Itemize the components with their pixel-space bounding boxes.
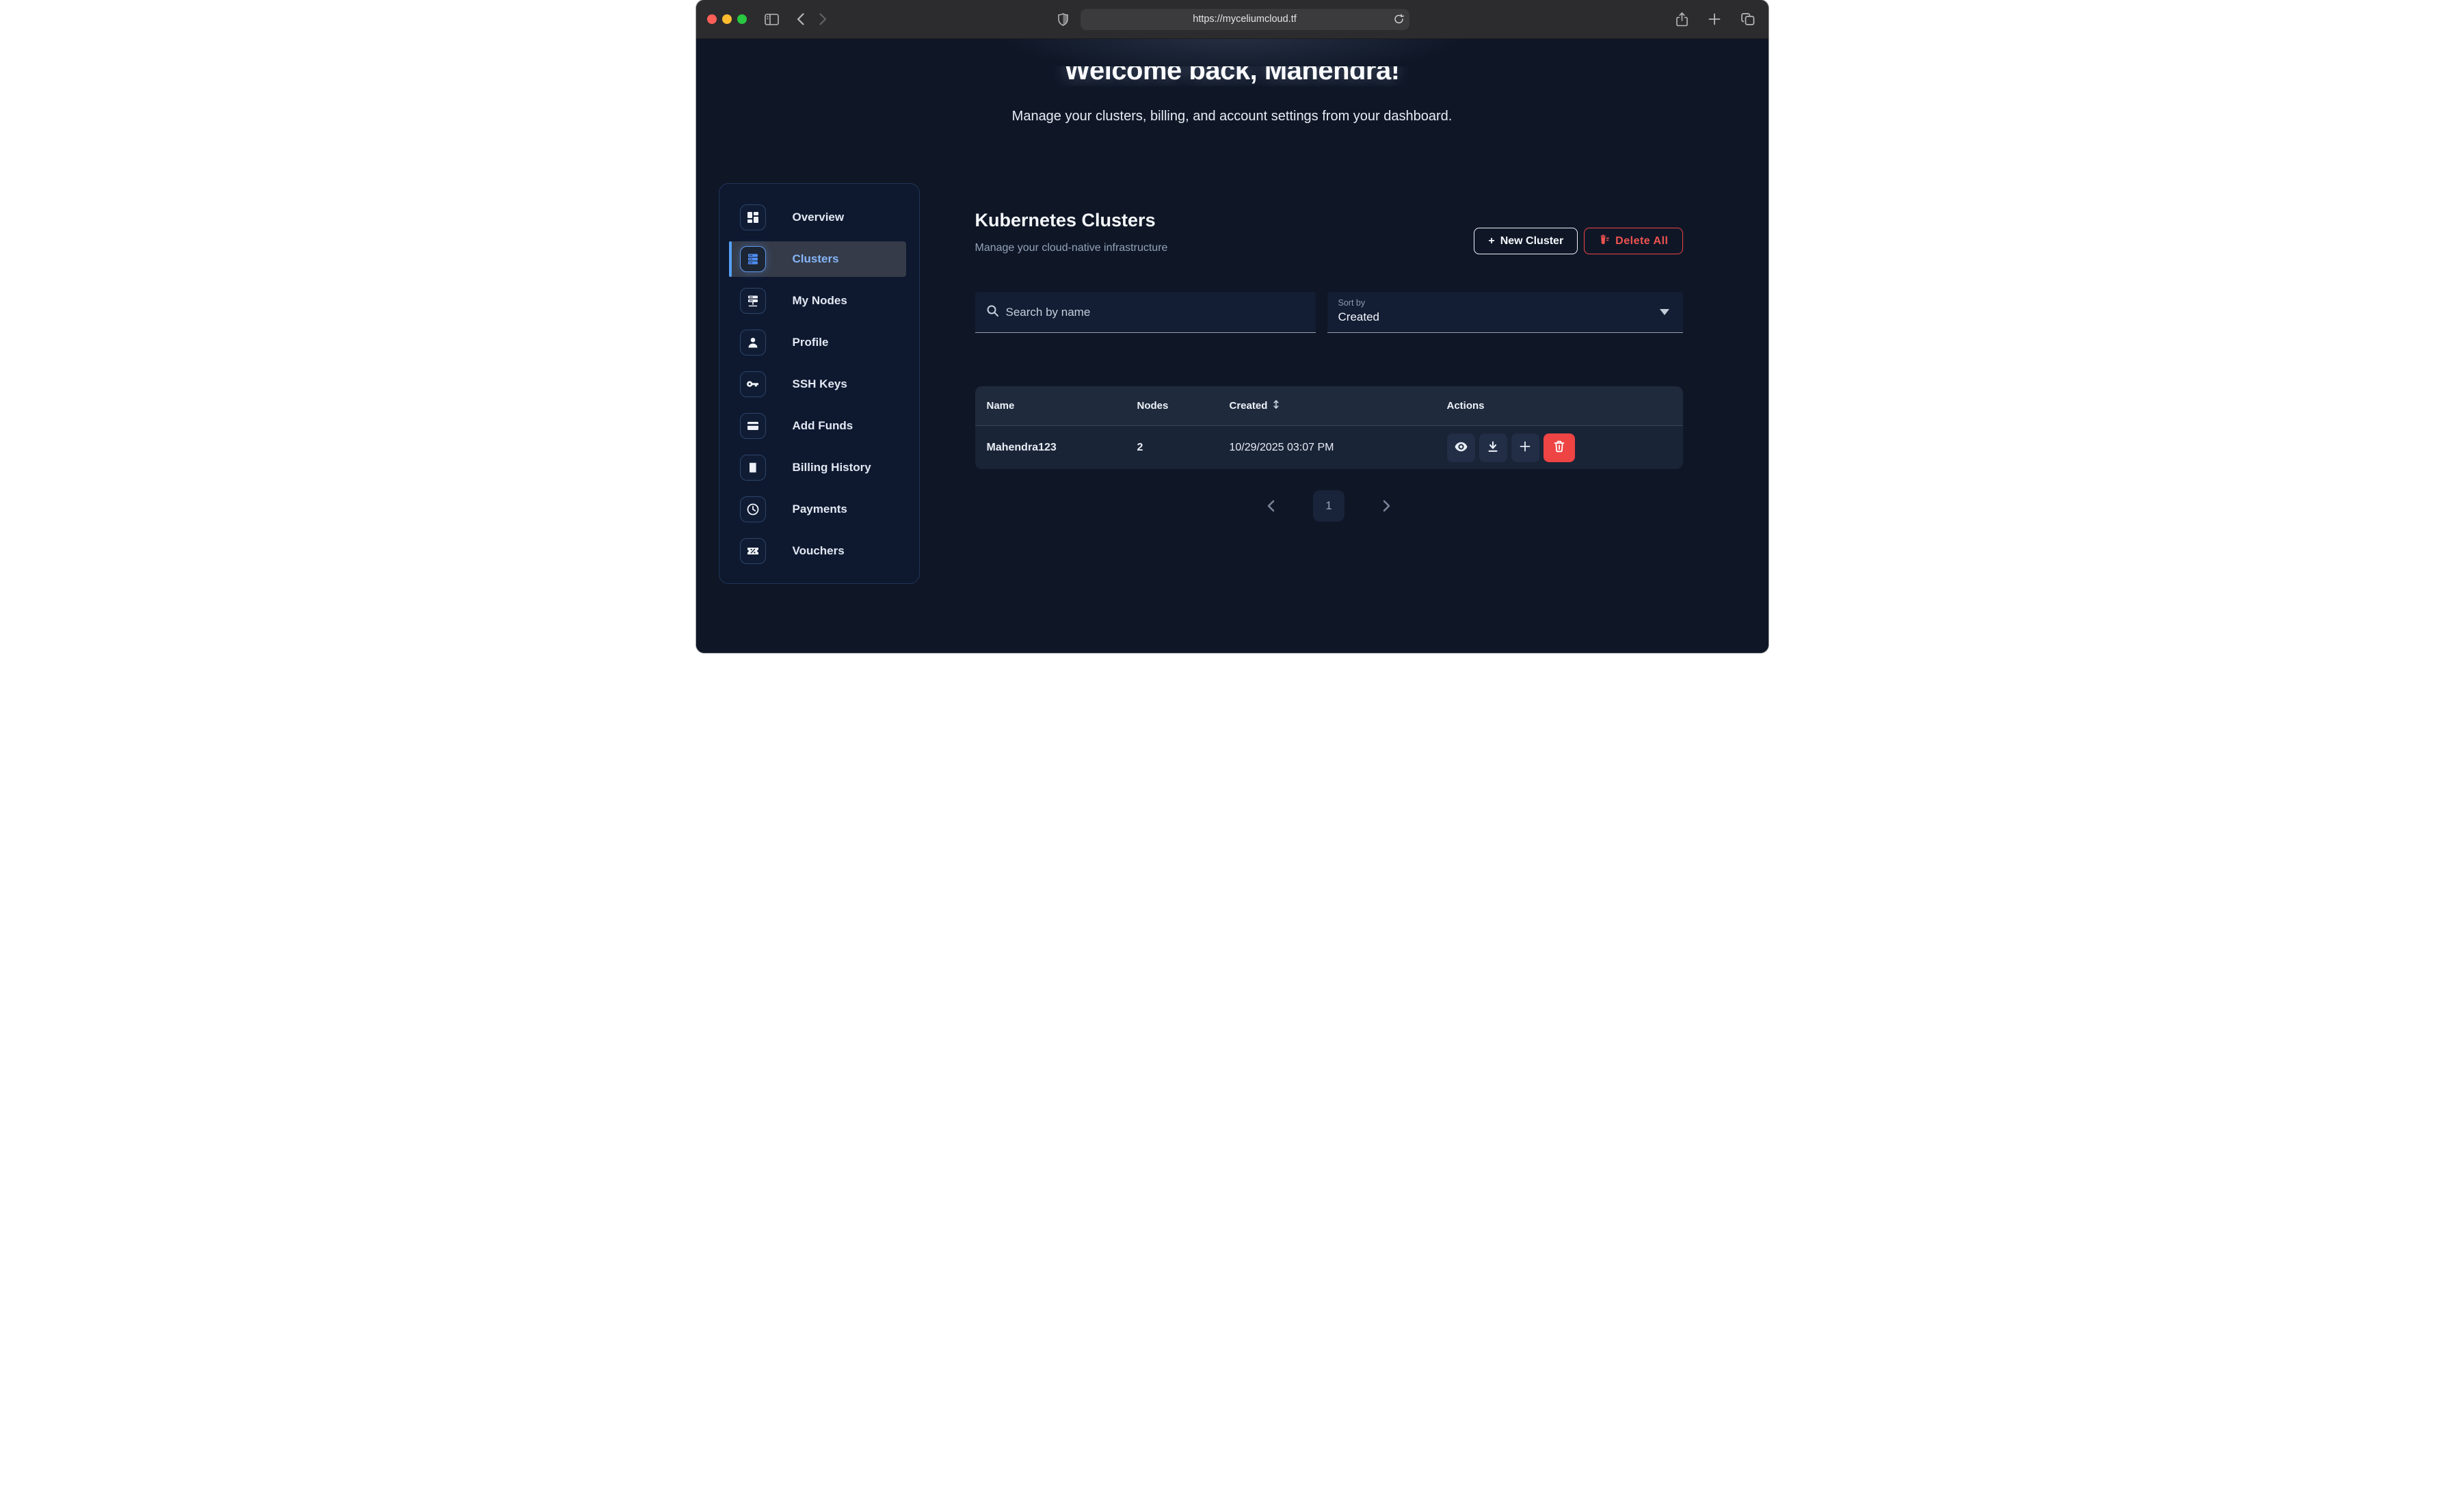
node-server-icon bbox=[740, 288, 766, 314]
dashboard-grid-icon bbox=[740, 204, 766, 230]
chevron-down-icon bbox=[1660, 309, 1669, 315]
section-title: Kubernetes Clusters bbox=[975, 210, 1156, 231]
traffic-lights bbox=[707, 14, 747, 24]
credit-card-icon bbox=[740, 413, 766, 439]
delete-all-button[interactable]: Delete All bbox=[1584, 228, 1682, 254]
eye-icon bbox=[1455, 442, 1468, 454]
clock-icon bbox=[740, 496, 766, 522]
created-header-label: Created bbox=[1230, 400, 1268, 412]
sidebar-item-label: Profile bbox=[793, 336, 829, 349]
share-icon[interactable] bbox=[1673, 10, 1691, 29]
pagination: 1 bbox=[975, 490, 1683, 522]
tab-overview-icon[interactable] bbox=[1738, 10, 1758, 29]
forward-icon[interactable] bbox=[817, 10, 830, 28]
sort-select[interactable]: Sort by Created bbox=[1327, 292, 1683, 333]
sidebar-item-clusters[interactable]: Clusters bbox=[729, 241, 906, 277]
plus-icon bbox=[1520, 441, 1531, 454]
close-window-button[interactable] bbox=[707, 14, 717, 24]
trash-icon bbox=[1554, 440, 1565, 455]
column-header-created[interactable]: Created bbox=[1230, 399, 1447, 412]
page-number-button[interactable]: 1 bbox=[1313, 490, 1344, 522]
sidebar-toggle-icon[interactable] bbox=[762, 11, 782, 28]
table-row: Mahendra123 2 10/29/2025 03:07 PM bbox=[975, 425, 1683, 469]
clusters-table: Name Nodes Created Actions Mahendra123 2… bbox=[975, 386, 1683, 469]
sidebar-item-vouchers[interactable]: Vouchers bbox=[729, 533, 906, 569]
receipt-icon bbox=[740, 455, 766, 481]
next-page-icon[interactable] bbox=[1383, 500, 1391, 512]
sort-value: Created bbox=[1338, 310, 1672, 324]
table-header-row: Name Nodes Created Actions bbox=[975, 386, 1683, 425]
sidebar-item-ssh-keys[interactable]: SSH Keys bbox=[729, 366, 906, 402]
download-kubeconfig-button[interactable] bbox=[1479, 433, 1507, 462]
view-cluster-button[interactable] bbox=[1447, 433, 1475, 462]
sidebar-item-label: Add Funds bbox=[793, 419, 853, 433]
sidebar-item-payments[interactable]: Payments bbox=[729, 492, 906, 527]
section-subtitle: Manage your cloud-native infrastructure bbox=[975, 242, 1168, 254]
column-header-nodes: Nodes bbox=[1137, 400, 1230, 412]
search-icon bbox=[986, 304, 999, 321]
new-cluster-button[interactable]: + New Cluster bbox=[1474, 228, 1578, 254]
browser-toolbar: https://myceliumcloud.tf bbox=[696, 0, 1768, 39]
previous-page-icon[interactable] bbox=[1267, 500, 1275, 512]
person-icon bbox=[740, 330, 766, 356]
sort-label: Sort by bbox=[1338, 298, 1672, 308]
cluster-toolbar: + New Cluster Delete All bbox=[1474, 228, 1682, 254]
sidebar-item-add-funds[interactable]: Add Funds bbox=[729, 408, 906, 444]
column-header-name: Name bbox=[987, 400, 1137, 412]
server-stack-icon bbox=[740, 246, 766, 272]
delete-sweep-icon bbox=[1598, 234, 1610, 249]
delete-cluster-button[interactable] bbox=[1544, 433, 1575, 462]
sidebar-item-label: Billing History bbox=[793, 461, 871, 474]
cluster-created: 10/29/2025 03:07 PM bbox=[1230, 442, 1447, 454]
delete-all-label: Delete All bbox=[1615, 235, 1668, 247]
back-icon[interactable] bbox=[794, 10, 807, 28]
sidebar-item-label: Payments bbox=[793, 503, 847, 516]
page-content: Welcome back, Mahendra! Manage your clus… bbox=[696, 39, 1768, 653]
browser-window: https://myceliumcloud.tf bbox=[696, 0, 1768, 653]
sidebar-item-profile[interactable]: Profile bbox=[729, 325, 906, 360]
sidebar-item-my-nodes[interactable]: My Nodes bbox=[729, 283, 906, 319]
sort-updown-icon bbox=[1272, 399, 1280, 412]
sidebar-item-label: My Nodes bbox=[793, 294, 847, 308]
reload-icon[interactable] bbox=[1394, 14, 1404, 25]
new-cluster-label: New Cluster bbox=[1500, 235, 1563, 247]
privacy-shield-icon[interactable] bbox=[1055, 10, 1071, 29]
add-node-button[interactable] bbox=[1511, 433, 1539, 462]
sidebar: Overview Clusters bbox=[719, 183, 920, 584]
cluster-nodes: 2 bbox=[1137, 442, 1230, 454]
new-tab-icon[interactable] bbox=[1706, 10, 1723, 29]
search-input[interactable] bbox=[1006, 306, 1305, 319]
sidebar-item-overview[interactable]: Overview bbox=[729, 200, 906, 235]
zoom-window-button[interactable] bbox=[737, 14, 747, 24]
sidebar-item-label: Overview bbox=[793, 211, 845, 224]
sidebar-item-label: Clusters bbox=[793, 252, 839, 266]
key-icon bbox=[740, 371, 766, 397]
sidebar-item-label: Vouchers bbox=[793, 544, 845, 558]
sidebar-item-label: SSH Keys bbox=[793, 377, 847, 391]
minimize-window-button[interactable] bbox=[722, 14, 732, 24]
page-subtitle: Manage your clusters, billing, and accou… bbox=[696, 109, 1768, 124]
url-text: https://myceliumcloud.tf bbox=[1193, 14, 1297, 25]
address-bar[interactable]: https://myceliumcloud.tf bbox=[1081, 9, 1409, 30]
search-box bbox=[975, 292, 1316, 333]
row-actions bbox=[1447, 433, 1671, 462]
ticket-percent-icon bbox=[740, 538, 766, 564]
page-title: Welcome back, Mahendra! bbox=[696, 66, 1768, 86]
download-icon bbox=[1487, 441, 1498, 455]
cluster-name: Mahendra123 bbox=[987, 442, 1137, 454]
plus-icon: + bbox=[1488, 235, 1494, 247]
sidebar-item-billing-history[interactable]: Billing History bbox=[729, 450, 906, 485]
column-header-actions: Actions bbox=[1447, 400, 1671, 412]
